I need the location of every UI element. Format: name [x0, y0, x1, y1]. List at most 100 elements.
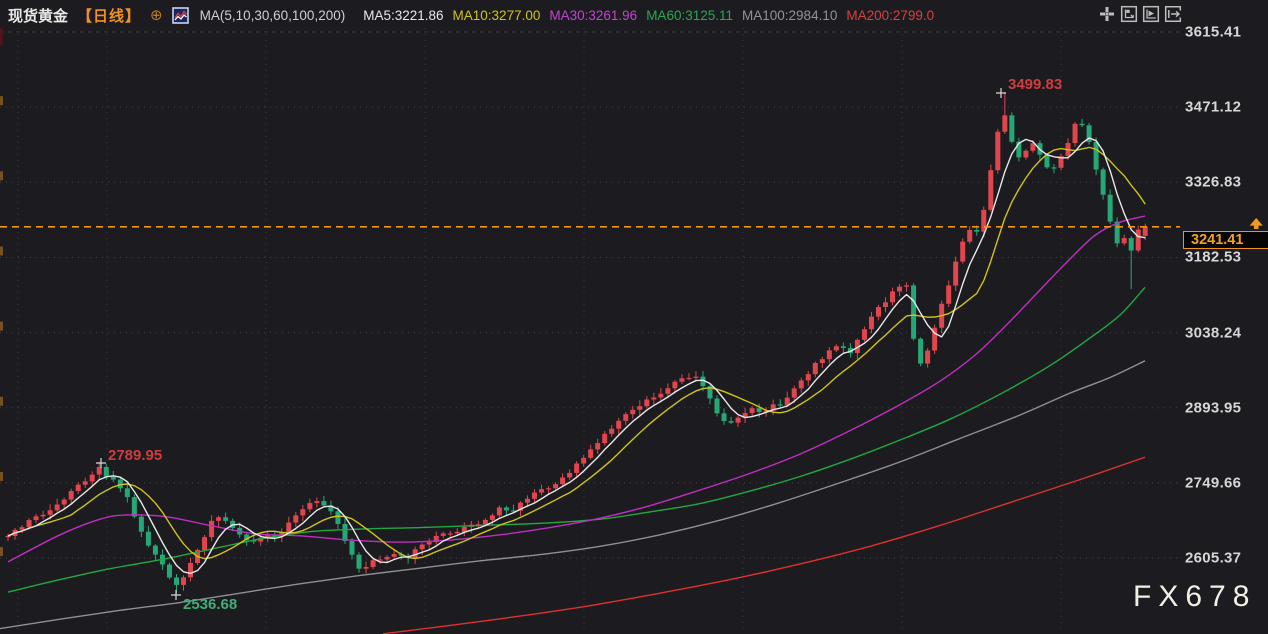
candle-body — [371, 560, 376, 567]
scale-axis-icon[interactable] — [1120, 5, 1138, 23]
candle-body — [834, 346, 839, 350]
candle-body — [1002, 115, 1007, 131]
candle-body — [41, 515, 46, 517]
candle-body — [146, 532, 151, 546]
candle-body — [455, 532, 460, 533]
candle-body — [862, 329, 867, 340]
clipped-left-label — [0, 322, 3, 331]
candle-body — [209, 521, 214, 537]
candle-body — [1122, 238, 1127, 243]
candle-body — [1094, 142, 1099, 170]
candle-body — [83, 481, 88, 484]
candle-body — [651, 397, 656, 399]
candle-body — [722, 413, 727, 421]
candle-body — [202, 537, 207, 550]
ma30-legend-value: MA30:3261.96 — [549, 8, 637, 23]
candle-body — [139, 517, 144, 532]
ma30-line — [8, 216, 1145, 562]
candle-body — [321, 501, 326, 505]
candle-body — [672, 382, 677, 388]
candle-body — [792, 388, 797, 397]
candle-body — [890, 291, 895, 302]
candle-body — [911, 285, 916, 338]
candle-body — [55, 505, 60, 511]
candle-body — [616, 421, 621, 429]
candle-body — [897, 287, 902, 292]
ma60-legend-value: MA60:3125.11 — [646, 8, 733, 23]
y-axis-label: 3182.53 — [1185, 249, 1241, 266]
ma-settings-label: MA(5,10,30,60,100,200) — [200, 8, 346, 23]
candle-body — [181, 577, 186, 585]
y-axis-label: 3615.41 — [1185, 24, 1241, 41]
candle-body — [560, 478, 565, 485]
candle-body — [483, 520, 488, 524]
candle-body — [1129, 238, 1134, 250]
candle-body — [307, 503, 312, 509]
ma100-legend-value: MA100:2984.10 — [742, 8, 837, 23]
add-indicator-icon[interactable]: ⊕ — [150, 8, 163, 23]
candle-body — [335, 511, 340, 524]
candle-body — [392, 554, 397, 557]
candle-body — [946, 286, 951, 304]
candle-body — [967, 230, 972, 242]
pan-icon[interactable] — [1098, 5, 1116, 23]
candle-body — [349, 541, 354, 555]
clipped-left-label — [0, 96, 3, 105]
candle-body — [630, 410, 635, 414]
candle-body — [490, 515, 495, 520]
ma200-legend-value: MA200:2799.0 — [846, 8, 934, 23]
ma10-line — [8, 147, 1145, 558]
candle-body — [778, 404, 783, 405]
candle-body — [806, 374, 811, 380]
scale-time-icon[interactable] — [1142, 5, 1160, 23]
candle-body — [48, 510, 53, 514]
extreme-marker-cross — [96, 458, 106, 468]
candle-body — [385, 557, 390, 560]
candle-body — [736, 418, 741, 423]
candle-body — [153, 546, 158, 555]
candle-body — [420, 545, 425, 550]
candle-body — [581, 458, 586, 464]
candle-body — [988, 170, 993, 210]
candle-body — [820, 359, 825, 363]
candle-body — [918, 339, 923, 364]
chart-header: 现货黄金 【日线】 ⊕ MA(5,10,30,60,100,200) MA5:3… — [8, 4, 934, 26]
candle-body — [1136, 230, 1141, 251]
candle-body — [883, 302, 888, 307]
ma10-legend-value: MA10:3277.00 — [453, 8, 541, 23]
candle-body — [813, 363, 818, 374]
candle-body — [20, 527, 25, 530]
y-axis-label: 3471.12 — [1185, 99, 1241, 116]
candle-body — [293, 515, 298, 522]
timeframe-tag[interactable]: 【日线】 — [77, 5, 141, 26]
indicator-chart-icon[interactable] — [172, 7, 189, 24]
candle-body — [300, 509, 305, 515]
candle-body — [188, 563, 193, 577]
candle-body — [574, 463, 579, 472]
candle-body — [364, 567, 369, 569]
candle-body — [841, 346, 846, 348]
candle-body — [97, 467, 102, 475]
candle-body — [595, 443, 600, 449]
candle-body — [729, 421, 734, 423]
shift-right-icon[interactable] — [1164, 5, 1182, 23]
y-axis-label: 2893.95 — [1185, 399, 1241, 416]
candle-body — [62, 500, 67, 505]
candle-body — [27, 520, 32, 527]
candle-body — [686, 378, 691, 379]
candle-body — [1108, 195, 1113, 222]
clipped-candle-fragment — [0, 28, 3, 45]
candle-body — [637, 406, 642, 410]
candle-body — [750, 408, 755, 413]
candle-body — [693, 377, 698, 378]
candle-body — [1051, 167, 1056, 168]
candle-body — [546, 488, 551, 489]
candle-body — [427, 542, 432, 544]
candle-body — [679, 378, 684, 381]
candle-body — [876, 307, 881, 317]
candle-body — [602, 434, 607, 443]
candle-body — [925, 351, 930, 364]
candle-body — [981, 210, 986, 232]
chart-canvas[interactable]: 3499.832789.952536.68 — [0, 0, 1268, 634]
candle-body — [504, 507, 509, 510]
